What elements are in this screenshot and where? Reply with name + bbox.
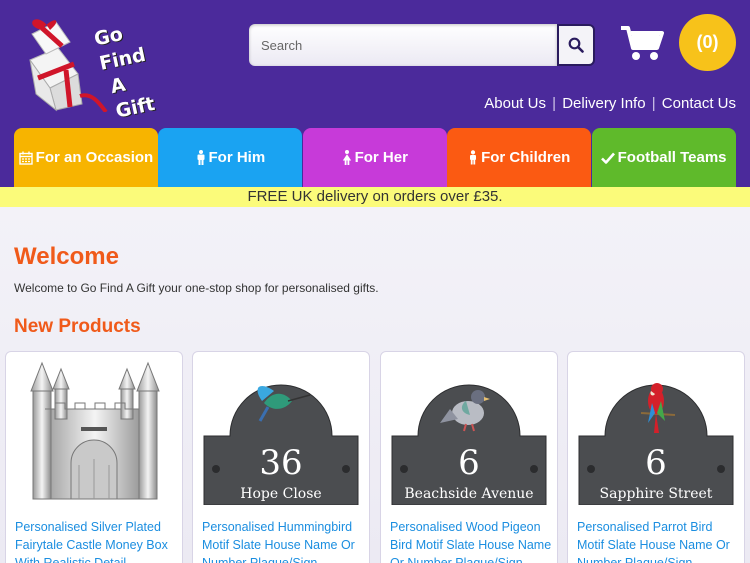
parrot-plaque-image[interactable]: 6 Sapphire Street (577, 361, 735, 505)
plaque-number: 6 (458, 443, 480, 483)
nav-for-him[interactable]: For Him (158, 128, 303, 187)
site-logo[interactable]: Go Find A Gift (22, 12, 157, 123)
product-card[interactable]: Personalised Silver Plated Fairytale Cas… (5, 351, 183, 563)
search-button[interactable] (557, 24, 595, 66)
plaque-number: 6 (645, 443, 667, 483)
welcome-heading: Welcome (14, 243, 119, 270)
product-card[interactable]: 6 Sapphire Street Personalised Parrot Bi… (567, 351, 745, 563)
castle-money-box-image[interactable] (15, 361, 173, 505)
search-icon (568, 37, 584, 53)
search-input[interactable] (249, 24, 557, 66)
product-title-link[interactable]: Personalised Silver Plated Fairytale Cas… (15, 518, 177, 563)
promo-banner: FREE UK delivery on orders over £35. (0, 187, 750, 207)
male-icon (197, 150, 205, 165)
nav-label: For Children (481, 149, 571, 166)
cart-count-badge[interactable]: (0) (679, 14, 736, 71)
hummingbird-plaque-image[interactable]: 36 Hope Close (202, 361, 360, 505)
female-icon (342, 150, 351, 165)
contact-us-link[interactable]: Contact Us (662, 95, 736, 112)
nav-label: For Her (354, 149, 408, 166)
plaque-number: 36 (259, 443, 302, 483)
product-title-link[interactable]: Personalised Hummingbird Motif Slate Hou… (202, 518, 364, 563)
check-icon (600, 152, 615, 164)
nav-for-her[interactable]: For Her (302, 128, 447, 187)
welcome-text: Welcome to Go Find A Gift your one-stop … (14, 281, 379, 295)
product-card[interactable]: 6 Beachside Avenue Personalised Wood Pig… (380, 351, 558, 563)
product-title-link[interactable]: Personalised Wood Pigeon Bird Motif Slat… (390, 518, 552, 563)
nav-label: For an Occasion (35, 149, 154, 166)
product-card[interactable]: 36 Hope Close Personalised Hummingbird M… (192, 351, 370, 563)
child-icon (470, 150, 477, 165)
shopping-cart-icon[interactable] (620, 24, 664, 62)
nav-label: For Him (208, 149, 266, 166)
link-separator: | (547, 95, 561, 112)
site-header: Go Find A Gift (0) About Us | Delivery I… (0, 0, 750, 187)
wood-pigeon-plaque-image[interactable]: 6 Beachside Avenue (390, 361, 548, 505)
search-form (249, 24, 595, 66)
new-products-heading: New Products (14, 316, 141, 337)
link-separator: | (647, 95, 660, 112)
product-title-link[interactable]: Personalised Parrot Bird Motif Slate Hou… (577, 518, 739, 563)
nav-for-an-occasion[interactable]: For an Occasion (14, 128, 158, 187)
nav-football-teams[interactable]: Football Teams (591, 128, 736, 187)
main-content: Welcome Welcome to Go Find A Gift your o… (0, 207, 750, 563)
plaque-name: Sapphire Street (600, 486, 713, 502)
calendar-icon (18, 151, 33, 165)
about-us-link[interactable]: About Us (484, 95, 546, 112)
category-nav: For an Occasion For Him For Her For Chil… (14, 128, 736, 187)
nav-for-children[interactable]: For Children (447, 128, 592, 187)
nav-label: Football Teams (617, 149, 727, 166)
delivery-info-link[interactable]: Delivery Info (562, 95, 645, 112)
top-links: About Us | Delivery Info | Contact Us (484, 95, 736, 112)
plaque-name: Beachside Avenue (404, 486, 533, 502)
plaque-name: Hope Close (240, 486, 321, 502)
